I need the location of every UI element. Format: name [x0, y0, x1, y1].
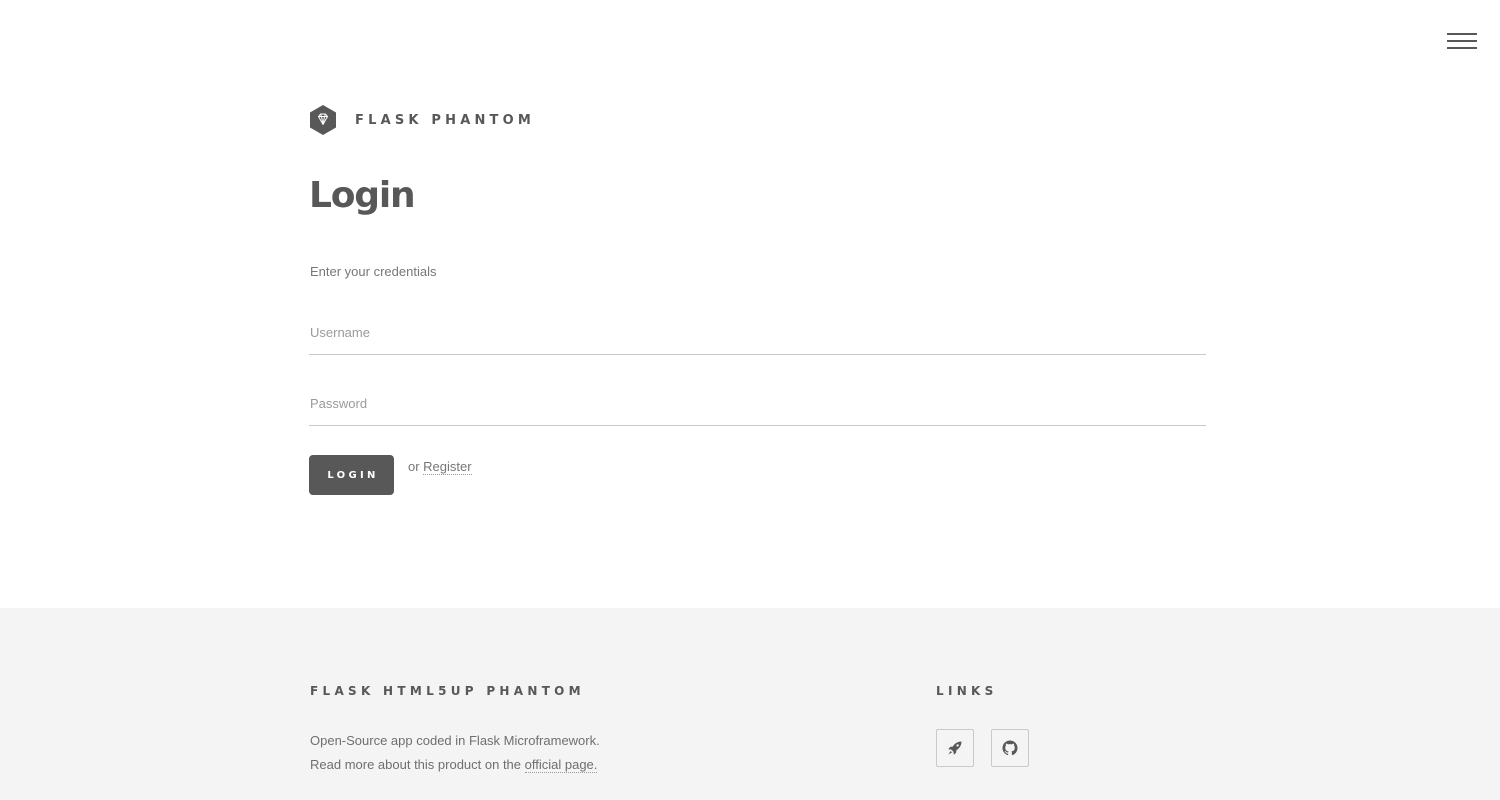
footer-links-heading: LINKS: [936, 684, 998, 698]
hamburger-menu-icon[interactable]: [1447, 31, 1477, 51]
password-input[interactable]: [309, 382, 1206, 426]
official-page-link[interactable]: official page.: [524, 757, 598, 773]
diamond-hexagon-icon: [310, 105, 336, 135]
footer: [0, 608, 1500, 800]
register-prompt: or Register: [408, 459, 472, 475]
footer-about-line: Read more about this product on the offi…: [310, 757, 598, 773]
menu-bar: [1447, 40, 1477, 42]
or-text: or: [408, 459, 424, 474]
username-input[interactable]: [309, 311, 1206, 355]
logo-link[interactable]: FLASK PHANTOM: [310, 105, 535, 135]
page-title: Login: [309, 175, 416, 216]
menu-bar: [1447, 47, 1477, 49]
login-button[interactable]: LOGIN: [309, 455, 394, 495]
footer-about-heading: FLASK HTML5UP PHANTOM: [310, 684, 585, 698]
menu-bar: [1447, 33, 1477, 35]
rocket-icon: [948, 741, 962, 755]
github-icon: [1002, 740, 1018, 756]
register-link[interactable]: Register: [423, 459, 472, 475]
brand-name: FLASK PHANTOM: [355, 112, 535, 128]
login-subtitle: Enter your credentials: [310, 264, 437, 279]
footer-about-text: Read more about this product on the: [310, 757, 525, 772]
footer-about-line: Open-Source app coded in Flask Microfram…: [310, 733, 600, 748]
page: FLASK PHANTOM Login Enter your credentia…: [0, 0, 1500, 800]
rocket-link-button[interactable]: [936, 729, 974, 767]
github-link-button[interactable]: [991, 729, 1029, 767]
